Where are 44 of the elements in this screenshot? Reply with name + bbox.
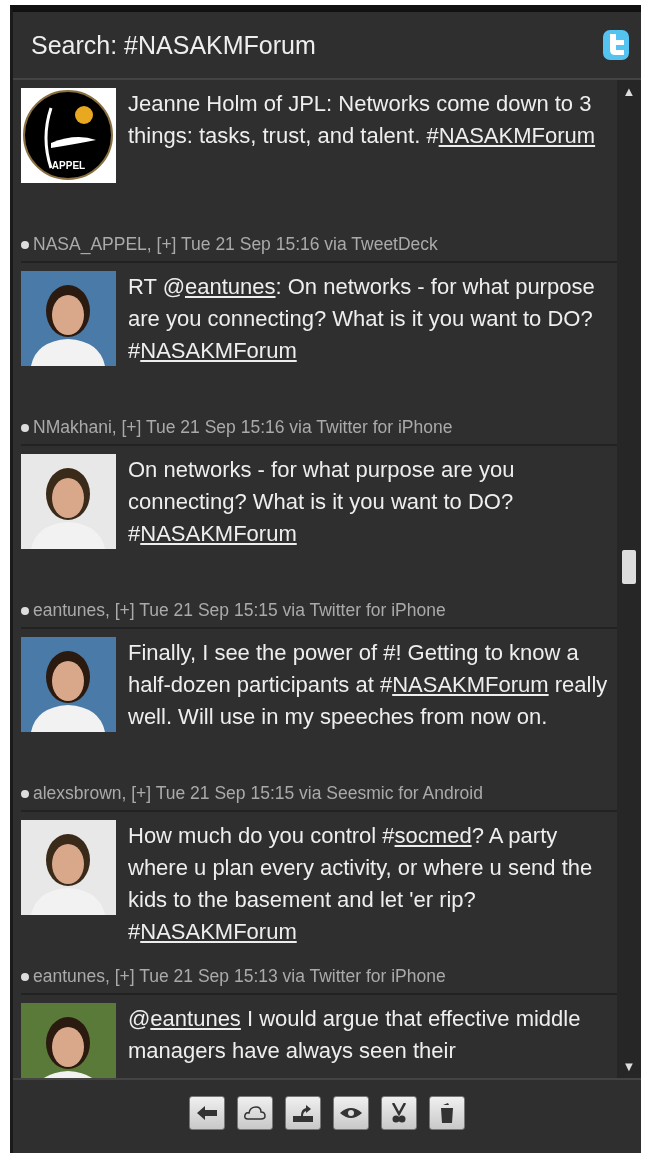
tweet-text: Finally, I see the power of #! Getting to know a half-dozen participants at #NASAKMForum really well. Will use in my speeches from now on.: [128, 639, 609, 731]
status-dot-icon: [21, 423, 29, 432]
toolbar-button[interactable]: [237, 1096, 273, 1130]
status-dot-icon: [21, 972, 29, 981]
hashtag-link[interactable]: eantunes: [150, 1006, 241, 1031]
hashtag-link[interactable]: eantunes: [185, 274, 276, 299]
toolbar-button[interactable]: [381, 1096, 417, 1130]
bird-logo-icon: [603, 30, 629, 60]
hashtag-link[interactable]: NASAKMForum: [438, 123, 596, 148]
search-title: Search: #NASAKMForum: [31, 30, 316, 60]
tweet-meta: alexsbrown, [+] Tue 21 Sep 15:15 via Seesmic for Android: [33, 783, 483, 804]
tweet-meta: eantunes, [+] Tue 21 Sep 15:15 via Twitter for iPhone: [33, 600, 446, 621]
cloud-icon: [244, 1106, 266, 1120]
status-dot-icon: [21, 240, 29, 249]
eye-icon: [340, 1107, 362, 1119]
tweet-meta: eantunes, [+] Tue 21 Sep 15:13 via Twitter for iPhone: [33, 966, 446, 987]
tweet-text: Jeanne Holm of JPL: Networks come down to 3 things: tasks, trust, and talent. #NASAKMForum: [128, 90, 597, 150]
scrollbar[interactable]: ▲ ▼: [617, 80, 641, 1078]
logo-icon: [21, 88, 116, 183]
hashtag-link[interactable]: NASAKMForum: [140, 338, 297, 363]
hashtag-link[interactable]: NASAKMForum: [140, 521, 297, 546]
toolbar-button[interactable]: [333, 1096, 369, 1130]
status-dot-icon: [21, 789, 29, 798]
toolbar-button[interactable]: [429, 1096, 465, 1130]
trash-icon: [441, 1103, 453, 1123]
scroll-thumb[interactable]: [622, 550, 636, 584]
scroll-up-button[interactable]: ▲: [622, 84, 636, 99]
tweet-meta: NMakhani, [+] Tue 21 Sep 15:16 via Twitter for iPhone: [33, 417, 453, 438]
tweet-text: On networks - for what purpose are you connecting? What is it you want to DO? #NASAKMForum: [128, 456, 516, 548]
toolbar-button[interactable]: [285, 1096, 321, 1130]
logo-label: APPEL: [50, 160, 87, 171]
arrow-left-icon: [197, 1106, 217, 1120]
scissors-icon: [392, 1103, 406, 1123]
tweet-text: How much do you control #socmed? A party where u plan every activity, or where u send the kids to the basement and let 'er rip? #NASAKMForum: [128, 822, 594, 946]
upload-icon: [293, 1104, 313, 1122]
hashtag-link[interactable]: NASAKMForum: [392, 672, 549, 697]
tweet-meta: NASA_APPEL, [+] Tue 21 Sep 15:16 via TweetDeck: [33, 234, 438, 255]
tweet-text: @eantunes I would argue that effective middle managers have always seen their: [128, 1005, 582, 1065]
hashtag-link[interactable]: NASAKMForum: [140, 919, 297, 944]
hashtag-link[interactable]: socmed: [394, 823, 472, 848]
toolbar-button[interactable]: [189, 1096, 225, 1130]
tweet-text: RT @eantunes: On networks - for what purpose are you connecting? What is it you want to DO? #NASAKMForum: [128, 273, 596, 365]
scroll-down-button[interactable]: ▼: [622, 1059, 636, 1074]
status-dot-icon: [21, 606, 29, 615]
